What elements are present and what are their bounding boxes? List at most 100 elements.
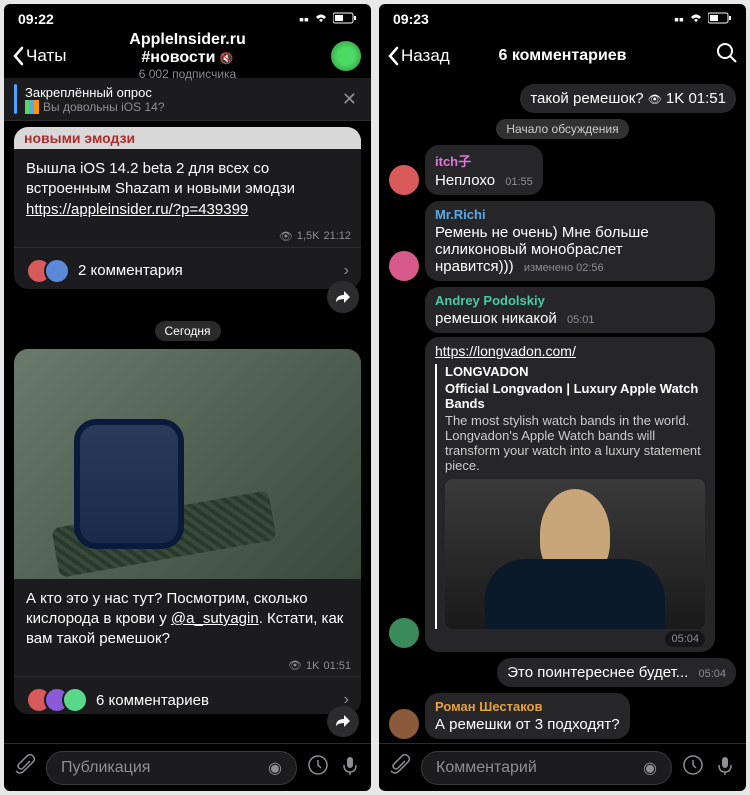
wifi-icon (313, 11, 329, 27)
message-bubble[interactable]: itch子 Неплохо 01:55 (425, 145, 543, 195)
schedule-icon[interactable] (307, 754, 329, 781)
search-button[interactable] (716, 42, 738, 70)
post-link[interactable]: https://appleinsider.ru/?p=439399 (26, 201, 248, 218)
reply-time: 01:51 (688, 90, 726, 107)
comments-count: 6 комментариев (96, 692, 336, 709)
link-image (445, 479, 705, 629)
battery-icon (333, 11, 357, 27)
user-avatar[interactable] (389, 251, 419, 281)
message-row: Роман Шестаков А ремешки от 3 подходят? (389, 693, 736, 739)
user-avatar[interactable] (389, 709, 419, 739)
message-text: ремешок никакой (435, 310, 557, 327)
input-bar: Публикация ◉ (4, 743, 371, 791)
attach-icon[interactable] (14, 754, 36, 781)
post-card[interactable]: новыми эмодзи Вышла iOS 14.2 beta 2 для … (14, 127, 361, 289)
post-card[interactable]: А кто это у нас тут? Посмотрим, сколько … (14, 349, 361, 714)
view-count: 1,5K (297, 230, 320, 242)
message-row: Mr.Richi Ремень не очень) Мне больше сил… (389, 201, 736, 281)
eye-icon: 👁 (288, 659, 302, 672)
message-bubble[interactable]: Роман Шестаков А ремешки от 3 подходят? (425, 693, 630, 739)
sender-name[interactable]: itch子 (435, 151, 533, 170)
channel-avatar[interactable] (329, 39, 363, 73)
mic-icon[interactable] (339, 754, 361, 781)
sender-name[interactable]: Andrey Podolskiy (435, 293, 705, 308)
pinned-indicator (14, 84, 17, 114)
back-label: Чаты (26, 46, 66, 66)
link-preview[interactable]: LONGVADON Official Longvadon | Luxury Ap… (435, 364, 705, 629)
sender-name[interactable]: Mr.Richi (435, 207, 705, 222)
input-placeholder: Публикация (61, 759, 150, 777)
message-text: Это поинтереснее будет... (507, 664, 688, 681)
outgoing-message[interactable]: Это поинтереснее будет... 05:04 (497, 658, 736, 687)
back-label: Назад (401, 46, 450, 66)
message-bubble[interactable]: Andrey Podolskiy ремешок никакой 05:01 (425, 287, 715, 333)
date-separator: Сегодня (155, 321, 221, 341)
close-pinned-button[interactable]: ✕ (338, 85, 361, 114)
wifi-icon (688, 11, 704, 27)
status-bar: 09:22 ▪▪ (4, 4, 371, 34)
original-post-tail[interactable]: такой ремешок? 👁 1K 01:51 (520, 84, 736, 113)
channel-subtitle: 6 002 подписчика (96, 67, 280, 81)
channel-screen: 09:22 ▪▪ Чаты AppleInsider.ru #новости 🔇… (4, 4, 371, 791)
attach-icon[interactable] (389, 754, 411, 781)
back-button[interactable]: Назад (387, 46, 450, 66)
post-text: Вышла iOS 14.2 beta 2 для всех со встрое… (26, 160, 295, 197)
comments-count: 2 комментария (78, 262, 336, 279)
message-bubble[interactable]: Mr.Richi Ремень не очень) Мне больше сил… (425, 201, 715, 281)
truncated-header: новыми эмодзи (24, 130, 135, 146)
message-bubble[interactable]: https://longvadon.com/ LONGVADON Officia… (425, 337, 715, 652)
message-time: 05:01 (567, 314, 595, 326)
share-button[interactable] (327, 281, 359, 312)
comment-input[interactable]: Комментарий ◉ (421, 751, 672, 785)
comments-list[interactable]: такой ремешок? 👁 1K 01:51 Начало обсужде… (379, 78, 746, 743)
link-site: LONGVADON (445, 364, 705, 379)
message-list[interactable]: новыми эмодзи Вышла iOS 14.2 beta 2 для … (4, 121, 371, 743)
status-time: 09:22 (18, 11, 54, 27)
mic-icon[interactable] (714, 754, 736, 781)
pinned-subtitle: Вы довольны iOS 14? (43, 100, 165, 114)
header-title-block[interactable]: AppleInsider.ru #новости 🔇 6 002 подписч… (96, 31, 280, 81)
sticker-icon[interactable]: ◉ (643, 758, 657, 778)
share-icon (335, 290, 351, 304)
poll-icon (25, 100, 39, 114)
message-row: Andrey Podolskiy ремешок никакой 05:01 h… (389, 287, 736, 652)
status-icons: ▪▪ (299, 11, 357, 27)
battery-icon (708, 11, 732, 27)
status-icons: ▪▪ (674, 11, 732, 27)
sticker-icon[interactable]: ◉ (268, 758, 282, 778)
reply-text: такой ремешок? (530, 90, 643, 107)
commenter-avatars (26, 687, 88, 713)
schedule-icon[interactable] (682, 754, 704, 781)
comments-title: 6 комментариев (498, 47, 626, 65)
message-text: Неплохо (435, 172, 495, 189)
post-photo[interactable] (14, 349, 361, 579)
share-icon (335, 714, 351, 728)
message-input[interactable]: Публикация ◉ (46, 751, 297, 785)
message-text: А ремешки от 3 подходят? (435, 716, 620, 733)
sender-name[interactable]: Роман Шестаков (435, 699, 620, 714)
user-avatar[interactable] (389, 165, 419, 195)
edited-label: изменено (524, 262, 573, 274)
mention-link[interactable]: @a_sutyagin (171, 610, 259, 627)
user-avatar[interactable] (389, 618, 419, 648)
cellular-icon: ▪▪ (299, 11, 309, 27)
link-title: Official Longvadon | Luxury Apple Watch … (445, 381, 705, 411)
pinned-title: Закреплённый опрос (25, 85, 330, 100)
header-title-block: 6 комментариев (498, 47, 626, 65)
chevron-left-icon (12, 46, 24, 66)
eye-icon: 👁 (648, 94, 662, 106)
chevron-left-icon (387, 46, 399, 66)
view-count: 1K (306, 660, 319, 672)
comments-button[interactable]: 6 комментариев › (14, 676, 361, 713)
message-time: 02:56 (576, 262, 604, 274)
share-button[interactable] (327, 706, 359, 737)
status-time: 09:23 (393, 11, 429, 27)
view-count: 1K (666, 90, 684, 107)
comments-button[interactable]: 2 комментария › (14, 247, 361, 290)
message-row: itch子 Неплохо 01:55 (389, 145, 736, 195)
link-url[interactable]: https://longvadon.com/ (435, 343, 576, 359)
cellular-icon: ▪▪ (674, 11, 684, 27)
status-bar: 09:23 ▪▪ (379, 4, 746, 34)
back-button[interactable]: Чаты (12, 46, 66, 66)
pinned-message[interactable]: Закреплённый опрос Вы довольны iOS 14? ✕ (4, 78, 371, 121)
